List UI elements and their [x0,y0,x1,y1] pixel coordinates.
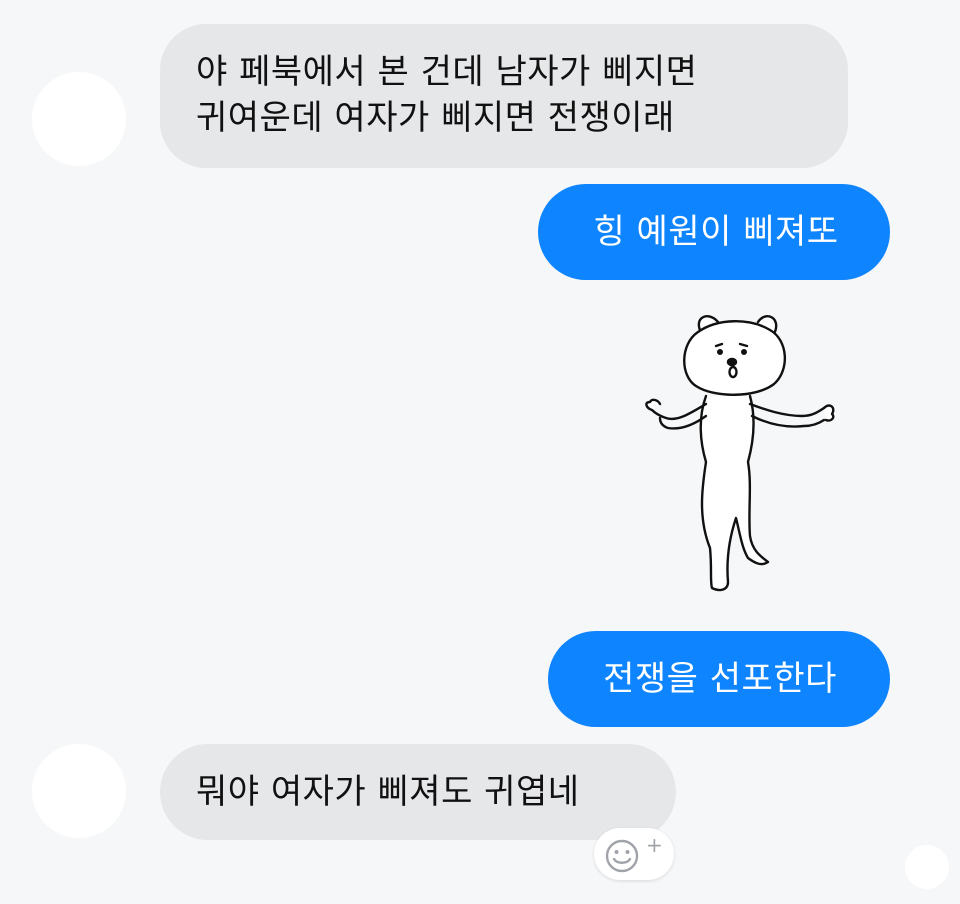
bear-shrugging-sticker[interactable] [640,312,840,596]
plus-icon: + [646,833,663,857]
incoming-message-bubble[interactable]: 야 페북에서 본 건데 남자가 삐지면 귀여운데 여자가 삐지면 전쟁이래 [160,24,848,168]
sender-avatar[interactable] [32,744,126,838]
incoming-message-bubble[interactable]: 뭐야 여자가 삐져도 귀엽네 [160,744,676,840]
outgoing-message-bubble[interactable]: 전쟁을 선포한다 [548,631,890,727]
sender-avatar[interactable] [32,72,126,166]
outgoing-message-bubble[interactable]: 힝 예원이 삐져또 [538,184,890,280]
scroll-indicator[interactable] [905,845,949,889]
smiley-icon [605,839,639,873]
add-reaction-button[interactable]: + [594,828,674,880]
